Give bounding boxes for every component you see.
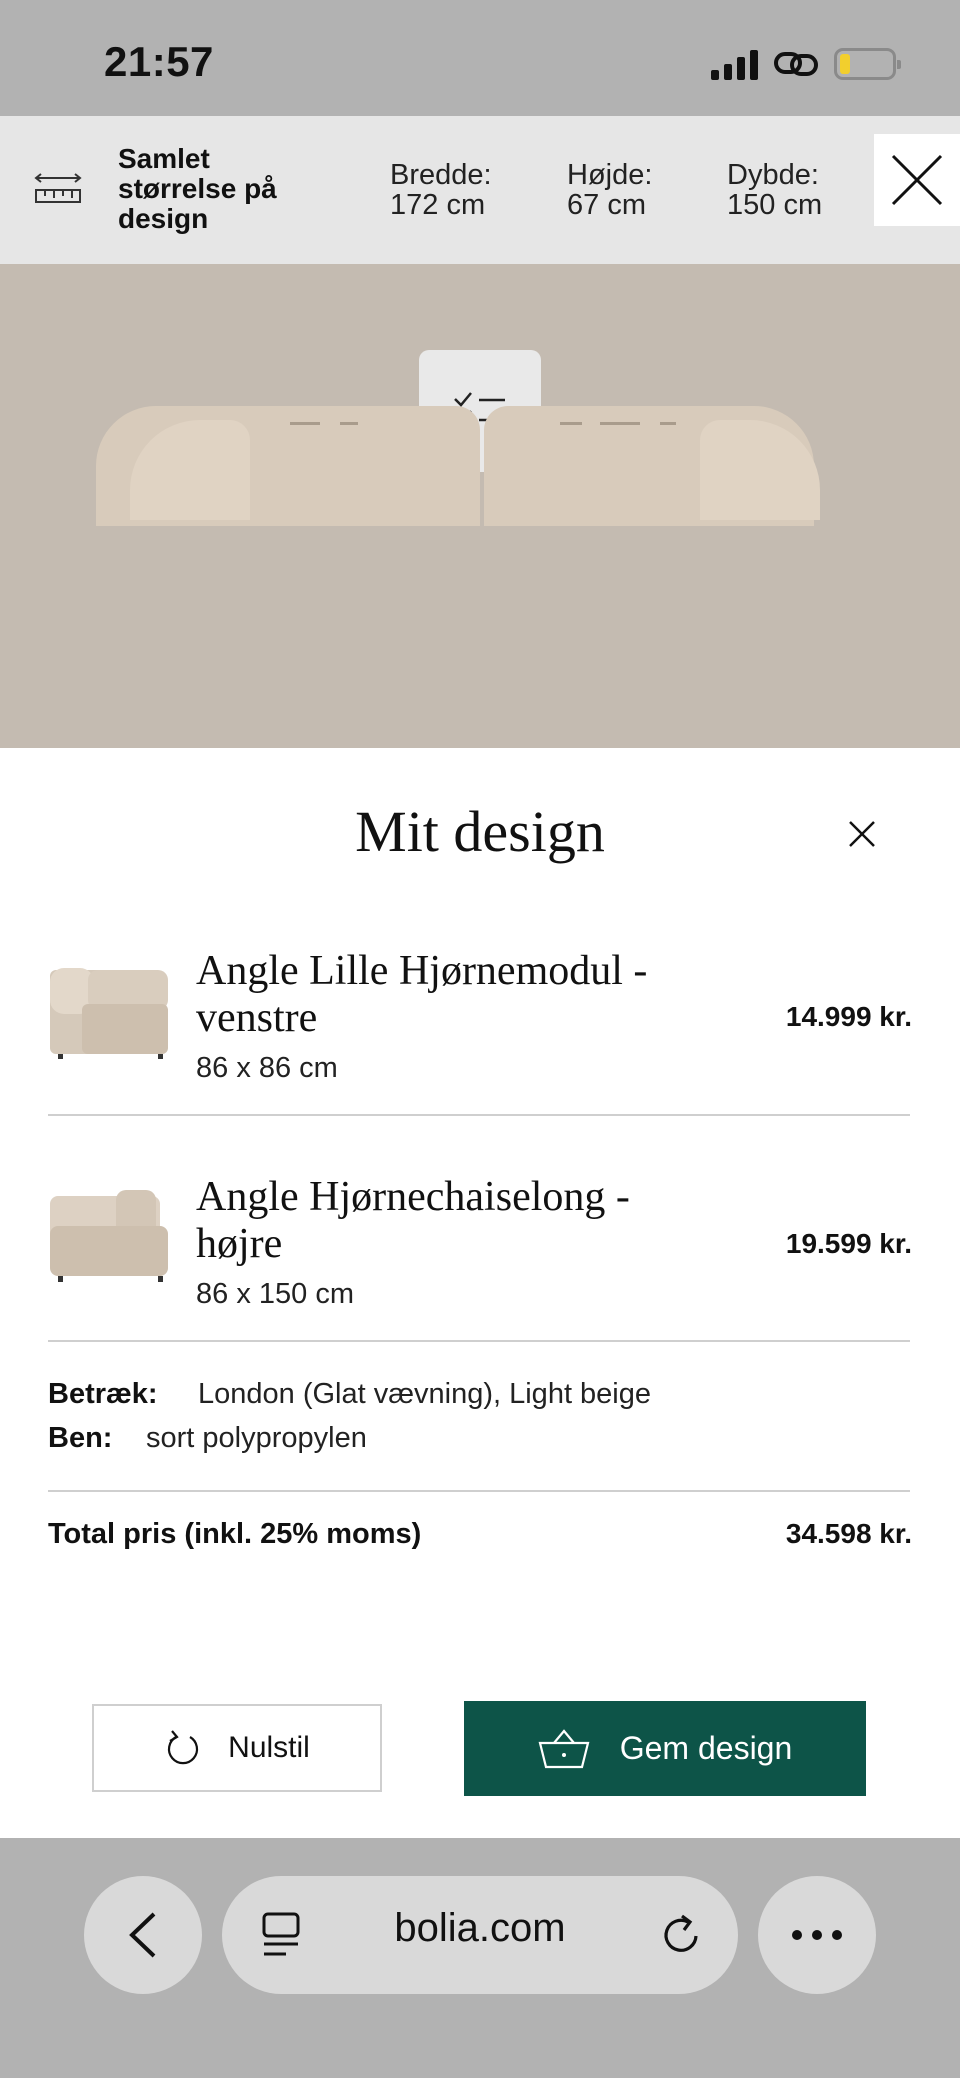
total-label: Total pris (inkl. 25% moms) <box>48 1518 422 1550</box>
height-value: 67 cm <box>567 189 646 221</box>
legs-label: Ben: <box>48 1422 113 1454</box>
item-size: 86 x 150 cm <box>196 1278 354 1310</box>
sofa-stitch <box>560 422 582 425</box>
status-icons <box>711 44 901 84</box>
depth-value: 150 cm <box>727 189 823 221</box>
basket-icon <box>538 1728 590 1768</box>
depth-dimension: Dybde: 150 cm <box>727 160 822 220</box>
cover-value: London (Glat vævning), Light beige <box>198 1378 652 1410</box>
legs-value: sort polypropylen <box>146 1422 367 1454</box>
save-design-label: Gem design <box>619 1730 793 1766</box>
more-dot <box>812 1930 822 1940</box>
total-value: 34.598 kr. <box>785 1518 912 1549</box>
chaise-module-thumbnail <box>50 1190 168 1282</box>
more-dot <box>832 1930 842 1940</box>
item-size: 86 x 86 cm <box>196 1052 338 1084</box>
width-value: 172 cm <box>390 189 486 221</box>
ruler-icon <box>34 173 82 203</box>
divider <box>48 1490 910 1492</box>
depth-label: Dybde: <box>727 159 819 191</box>
dimensions-title: Samlet størrelse på design <box>118 143 277 234</box>
more-dot <box>792 1930 802 1940</box>
panel-title: Mit design <box>355 799 605 864</box>
personal-hotspot-icon <box>774 52 818 76</box>
save-design-button[interactable]: Gem design <box>464 1701 866 1796</box>
sofa-stitch <box>340 422 358 425</box>
design-panel <box>0 748 960 1838</box>
cover-label: Betræk: <box>48 1378 158 1410</box>
sofa-stitch <box>290 422 320 425</box>
width-dimension: Bredde: 172 cm <box>390 160 492 220</box>
divider <box>48 1114 910 1116</box>
item-name: Angle Lille Hjørnemodul - venstre <box>196 948 648 1041</box>
item-name: Angle Hjørnechaiselong - højre <box>196 1174 630 1267</box>
reset-icon <box>168 1730 199 1765</box>
more-options-button[interactable] <box>758 1876 876 1994</box>
sofa-stitch <box>600 422 640 425</box>
width-label: Bredde: <box>390 159 492 191</box>
battery-icon <box>834 48 901 80</box>
close-panel-icon[interactable] <box>840 812 884 856</box>
sofa-stitch <box>660 422 676 425</box>
reset-label: Nulstil <box>228 1731 310 1764</box>
reset-button[interactable]: Nulstil <box>92 1704 382 1792</box>
divider <box>48 1340 910 1342</box>
corner-module-thumbnail <box>50 968 168 1059</box>
item-price: 19.599 kr. <box>785 1228 912 1259</box>
reload-icon[interactable] <box>660 1912 704 1958</box>
status-time: 21:57 <box>104 38 214 85</box>
back-button[interactable] <box>84 1876 202 1994</box>
chevron-left-icon <box>129 1912 156 1958</box>
height-dimension: Højde: 67 cm <box>567 160 652 220</box>
height-label: Højde: <box>567 159 653 191</box>
close-dimensions-button[interactable] <box>874 134 960 226</box>
cellular-signal-icon <box>711 48 758 80</box>
item-price: 14.999 kr. <box>785 1001 912 1032</box>
close-icon <box>891 154 943 206</box>
